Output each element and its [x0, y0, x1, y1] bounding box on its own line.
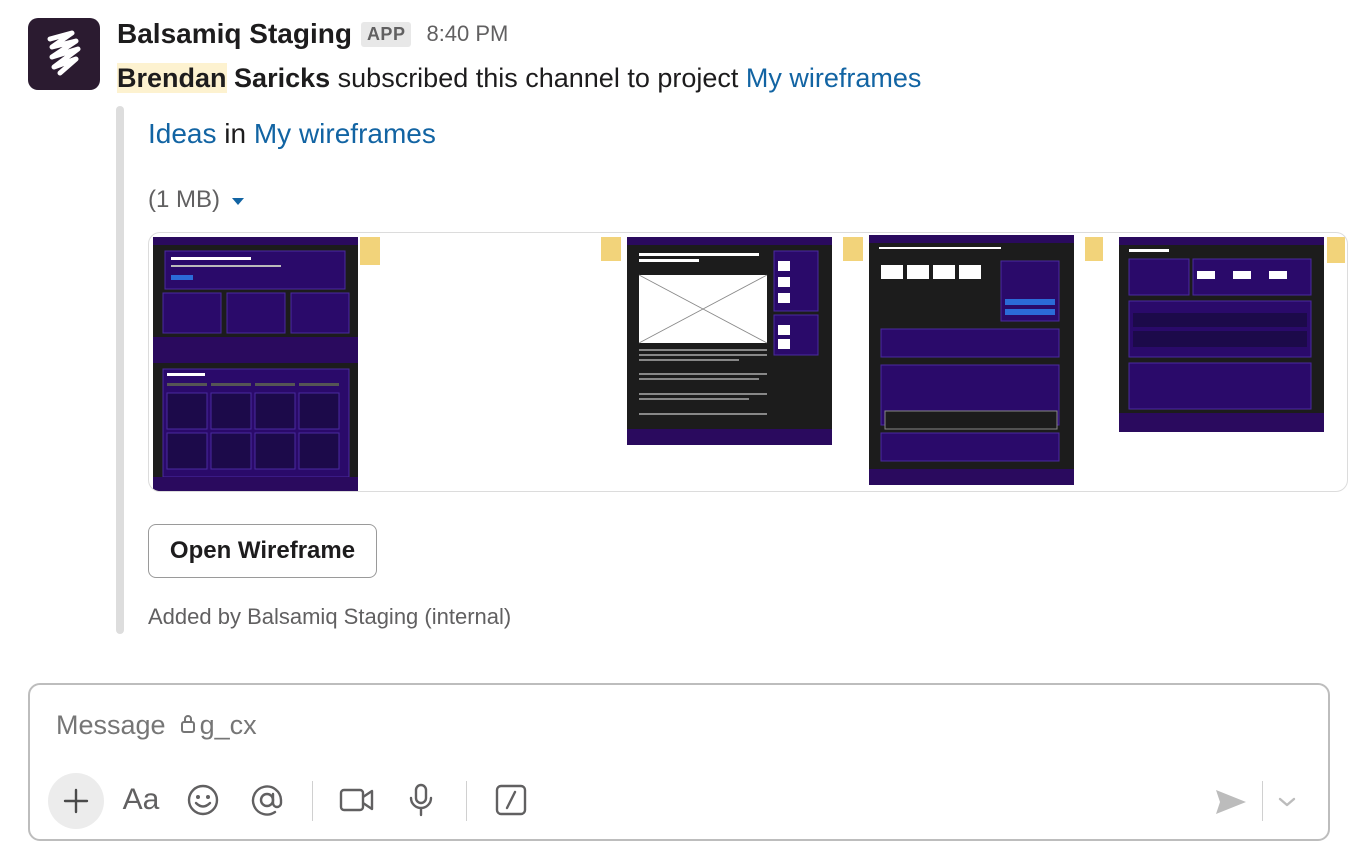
attachment-project-link[interactable]: My wireframes [254, 118, 436, 149]
action-text: subscribed this channel to project [337, 63, 739, 93]
attachment-title: Ideas in My wireframes [148, 114, 436, 154]
channel-name: g_cx [199, 709, 257, 740]
slash-command-button[interactable] [486, 775, 536, 825]
attachment-quote-bar [116, 106, 124, 634]
project-link[interactable]: My wireframes [746, 63, 922, 93]
added-by-note: Added by Balsamiq Staging (internal) [148, 604, 512, 629]
formatting-button[interactable]: Aa [116, 775, 166, 825]
caret-down-icon [232, 197, 244, 205]
message-text: Brendan Saricks subscribed this channel … [117, 58, 921, 98]
open-wireframe-button[interactable]: Open Wireframe [148, 524, 377, 578]
toolbar-divider [312, 781, 313, 821]
video-button[interactable] [332, 775, 382, 825]
wireframe-screen-profile [1119, 237, 1324, 432]
microphone-icon [409, 783, 433, 817]
plus-button[interactable] [48, 773, 104, 829]
app-avatar[interactable] [28, 18, 100, 90]
file-size-toggle[interactable]: (1 MB) [148, 186, 244, 214]
formatting-icon: Aa [122, 783, 160, 816]
wireframe-screen-home [153, 237, 358, 355]
send-options-button[interactable] [1262, 777, 1312, 827]
microphone-button[interactable] [396, 775, 446, 825]
wireframe-preview-image[interactable] [148, 232, 1348, 492]
wireframe-link[interactable]: Ideas [148, 118, 217, 149]
sender-name[interactable]: Balsamiq Staging [117, 18, 352, 50]
toolbar-divider [466, 781, 467, 821]
mention-button[interactable] [242, 775, 292, 825]
app-badge: APP [360, 21, 412, 47]
message-composer[interactable]: Message g_cx Aa [28, 683, 1330, 841]
video-icon [339, 788, 374, 812]
balsamiq-logo-icon [47, 30, 81, 76]
plus-icon [63, 788, 89, 814]
user-last-name: Saricks [234, 63, 331, 93]
lock-icon [180, 710, 196, 741]
slash-command-icon [495, 784, 527, 816]
message-header: Balsamiq Staging APP 8:40 PM [117, 14, 508, 54]
wireframe-screen-library [153, 355, 358, 491]
file-size: (1 MB) [148, 186, 220, 213]
send-icon [1216, 790, 1246, 814]
message-input[interactable]: Message g_cx [56, 705, 257, 745]
emoji-button[interactable] [178, 775, 228, 825]
send-button[interactable] [1206, 777, 1256, 827]
wireframe-screen-game-detail [869, 235, 1074, 485]
message-timestamp[interactable]: 8:40 PM [426, 21, 508, 47]
chevron-down-icon [1278, 797, 1296, 807]
in-text: in [224, 118, 247, 149]
user-first-name: Brendan [117, 63, 227, 93]
wireframe-screen-article [627, 237, 832, 445]
message-placeholder: Message [56, 709, 166, 740]
emoji-icon [187, 784, 219, 816]
mention-icon [251, 785, 283, 816]
